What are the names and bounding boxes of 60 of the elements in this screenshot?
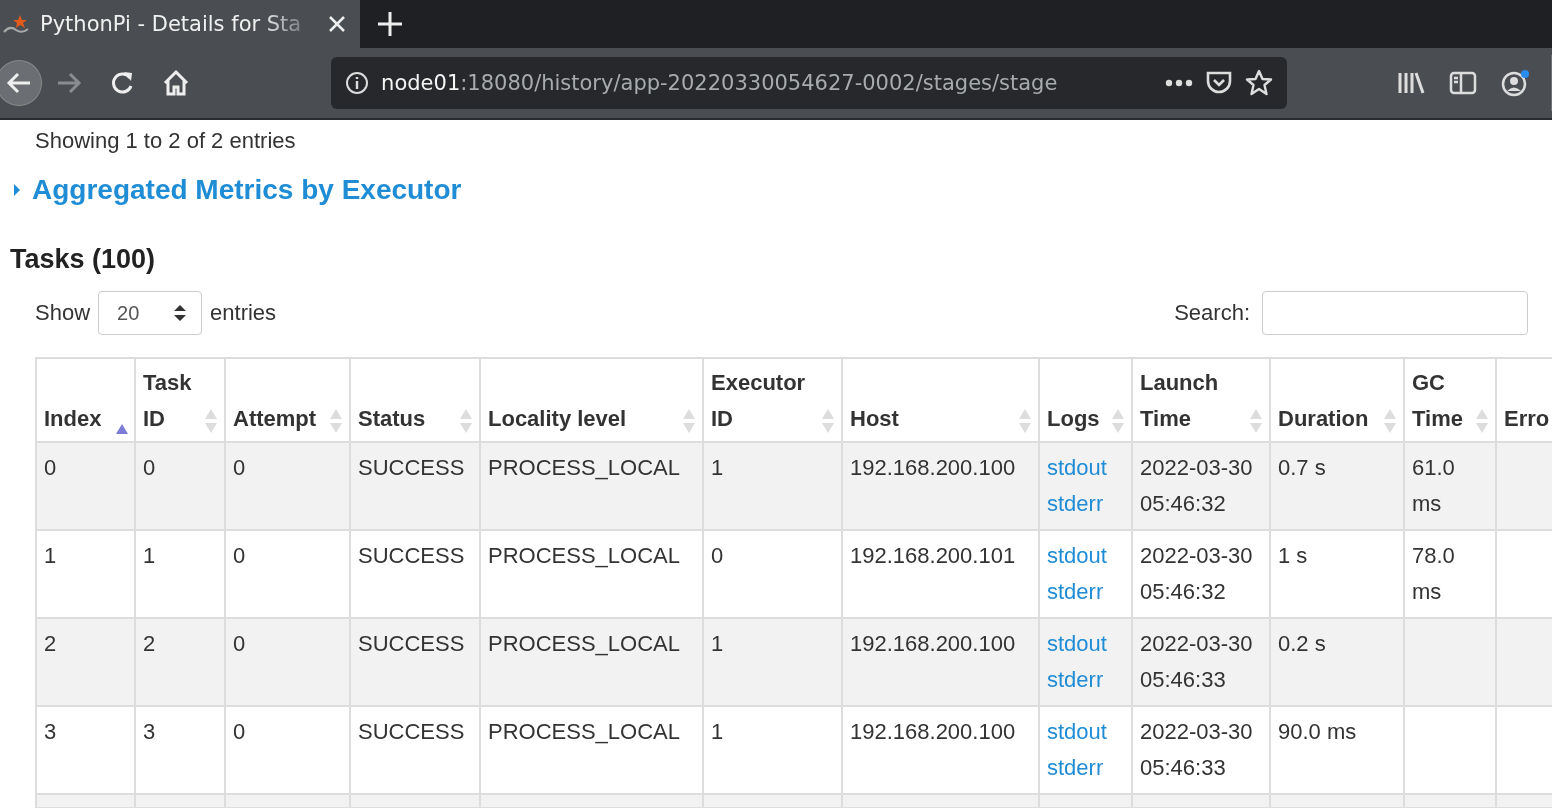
caret-right-icon[interactable] <box>12 183 22 197</box>
page-size-select[interactable]: 20 <box>98 291 203 335</box>
table-cell: 0 <box>36 442 135 530</box>
back-button[interactable] <box>0 60 42 106</box>
column-header[interactable]: Executor ID <box>703 358 842 442</box>
more-dots-icon[interactable] <box>1165 79 1193 87</box>
table-cell: 0 <box>225 618 350 706</box>
table-cell: 2 <box>135 618 225 706</box>
star-icon[interactable] <box>1245 69 1273 97</box>
table-cell: 1 <box>703 442 842 530</box>
column-header[interactable]: Launch Time <box>1132 358 1270 442</box>
sidebar-icon[interactable] <box>1449 71 1477 95</box>
table-cell: 0.2 s <box>1270 618 1404 706</box>
table-cell: 192.168.200.100 <box>842 618 1039 706</box>
home-icon[interactable] <box>162 69 191 97</box>
column-header[interactable]: GC Time <box>1404 358 1496 442</box>
column-header[interactable]: Duration <box>1270 358 1404 442</box>
column-header[interactable]: Index <box>36 358 135 442</box>
info-icon <box>345 71 370 95</box>
pocket-icon[interactable] <box>1205 70 1233 96</box>
search-field[interactable] <box>1262 291 1528 335</box>
table-cell: 2022-03-30 05:46:33 <box>1132 618 1270 706</box>
plus-icon[interactable] <box>377 11 403 37</box>
log-link[interactable]: stdout <box>1047 714 1124 750</box>
table-cell: PROCESS_LOCAL <box>480 618 703 706</box>
log-link[interactable]: stderr <box>1047 574 1124 610</box>
section-heading: Tasks (100) <box>10 244 157 275</box>
library-icon[interactable] <box>1397 71 1425 95</box>
entries-label: entries <box>210 300 277 326</box>
table-cell: 0 <box>135 442 225 530</box>
log-link[interactable]: stderr <box>1047 750 1124 786</box>
url-text: node01:18080/history/app-20220330054627-0002/stages/stage <box>381 71 1059 95</box>
search-label: Search: <box>1174 300 1250 326</box>
column-header[interactable]: Locality level <box>480 358 703 442</box>
address-bar[interactable]: node01:18080/history/app-20220330054627-0002/stages/stage <box>331 57 1287 109</box>
table-cell: 0.7 s <box>1270 442 1404 530</box>
table-cell: 2 <box>36 618 135 706</box>
forward-arrow-icon[interactable] <box>55 71 82 95</box>
table-cell: 192.168.200.100 <box>842 442 1039 530</box>
table-cell: PROCESS_LOCAL <box>480 442 703 530</box>
table-cell: 0 <box>225 442 350 530</box>
entries-info: Showing 1 to 2 of 2 entries <box>35 128 297 154</box>
table-cell: 61.0 ms <box>1404 442 1496 530</box>
show-label: Show <box>35 300 91 326</box>
table-cell: 1 <box>703 618 842 706</box>
column-header[interactable]: Status <box>350 358 480 442</box>
back-arrow-icon <box>5 71 32 95</box>
column-header[interactable]: Logs <box>1039 358 1132 442</box>
log-link[interactable]: stdout <box>1047 538 1124 574</box>
column-header[interactable]: Attempt <box>225 358 350 442</box>
table-cell: SUCCESS <box>350 618 480 706</box>
section-toggle-link[interactable]: Aggregated Metrics by Executor <box>32 174 462 206</box>
column-header[interactable]: Host <box>842 358 1039 442</box>
spinner-icon <box>173 303 188 323</box>
account-icon[interactable] <box>1501 69 1531 97</box>
browser-tab[interactable]: PythonPi - Details for Sta <box>0 0 360 48</box>
table-cell: 2022-03-30 05:46:32 <box>1132 442 1270 530</box>
tab-title: PythonPi - Details for Sta <box>40 12 303 36</box>
column-header[interactable]: Task ID <box>135 358 225 442</box>
table-cell: SUCCESS <box>350 442 480 530</box>
